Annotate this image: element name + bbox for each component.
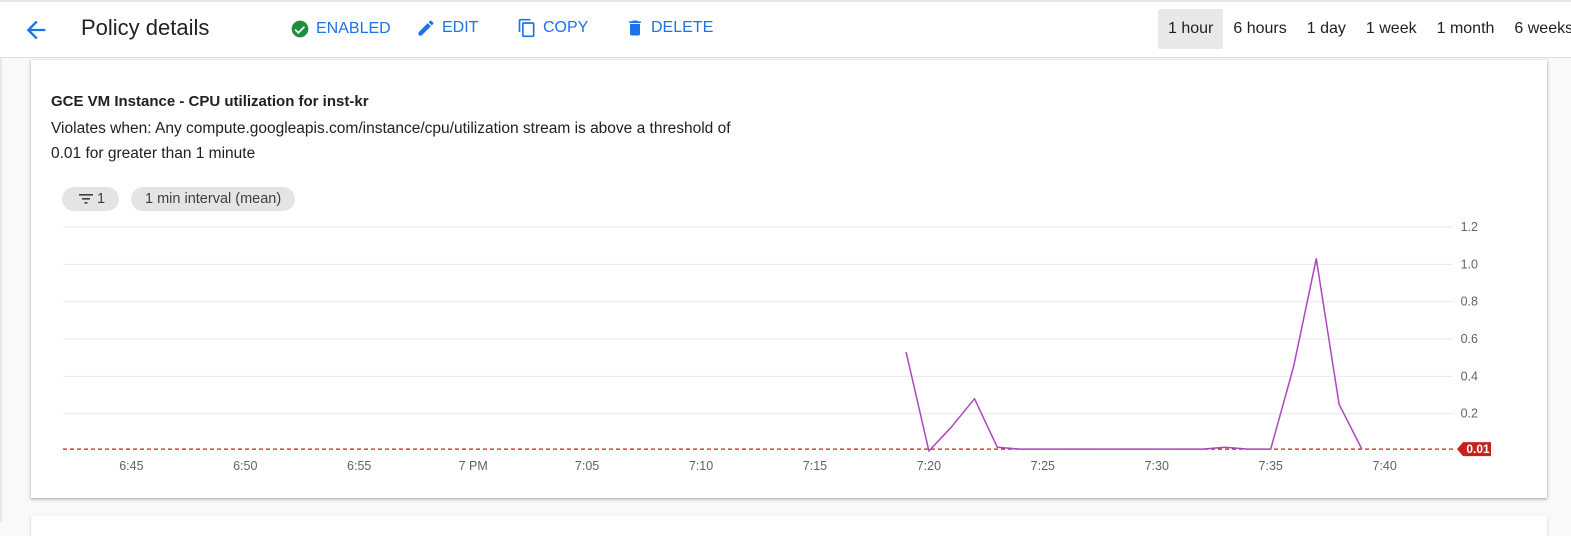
- threshold-label: 0.01: [1466, 442, 1490, 456]
- range-6-weeks[interactable]: 6 weeks: [1504, 9, 1571, 49]
- copy-label: COPY: [543, 19, 589, 36]
- series-line: [905, 257, 1363, 452]
- enabled-status-button[interactable]: ENABLED: [290, 19, 391, 39]
- check-circle-icon: [291, 20, 309, 38]
- page-title: Policy details: [81, 15, 210, 40]
- left-edge: [0, 58, 2, 522]
- x-tick-label: 7:05: [575, 459, 599, 473]
- edit-button[interactable]: EDIT: [416, 18, 478, 38]
- x-tick-label: 7:30: [1145, 459, 1169, 473]
- y-tick-label: 0.6: [1461, 332, 1478, 346]
- time-range-selector: 1 hour 6 hours 1 day 1 week 1 month 6 we…: [1158, 9, 1571, 49]
- range-1-hour[interactable]: 1 hour: [1158, 9, 1224, 49]
- x-tick-label: 7 PM: [459, 459, 488, 473]
- copy-button[interactable]: COPY: [517, 18, 588, 38]
- edit-label: EDIT: [442, 19, 479, 36]
- range-1-day[interactable]: 1 day: [1297, 9, 1356, 49]
- back-arrow-icon[interactable]: [22, 16, 50, 44]
- delete-button[interactable]: DELETE: [625, 18, 713, 38]
- x-tick-label: 6:45: [119, 459, 143, 473]
- y-tick-label: 0.2: [1461, 407, 1478, 421]
- range-6-hours[interactable]: 6 hours: [1223, 9, 1296, 49]
- x-tick-label: 7:40: [1372, 459, 1396, 473]
- enabled-label: ENABLED: [316, 20, 391, 37]
- y-tick-label: 1.2: [1461, 220, 1478, 234]
- trash-icon: [629, 20, 641, 36]
- pencil-icon: [418, 20, 434, 36]
- x-tick-label: 7:20: [917, 459, 941, 473]
- y-tick-label: 0.8: [1461, 295, 1478, 309]
- cpu-utilization-chart: 0.2 0.4 0.6 0.8 1.0 1.2 6:45 6:50 6:55 7 PM 7:05 7:…: [63, 220, 1491, 473]
- y-tick-label: 1.0: [1461, 257, 1478, 271]
- x-tick-label: 7:10: [689, 459, 713, 473]
- x-tick-label: 7:15: [803, 459, 827, 473]
- copy-icon: [518, 18, 535, 38]
- x-tick-label: 6:50: [233, 459, 257, 473]
- range-1-month[interactable]: 1 month: [1427, 9, 1505, 49]
- top-bar: Policy details ENABLED EDIT COPY DELETE …: [0, 0, 1571, 58]
- range-1-week[interactable]: 1 week: [1356, 9, 1427, 49]
- delete-label: DELETE: [651, 19, 714, 36]
- next-card: [31, 516, 1547, 536]
- x-tick-label: 6:55: [347, 459, 371, 473]
- condition-chart-card: GCE VM Instance - CPU utilization for in…: [31, 60, 1547, 498]
- x-tick-label: 7:35: [1259, 459, 1283, 473]
- x-tick-label: 7:25: [1031, 459, 1055, 473]
- y-tick-label: 0.4: [1461, 369, 1478, 383]
